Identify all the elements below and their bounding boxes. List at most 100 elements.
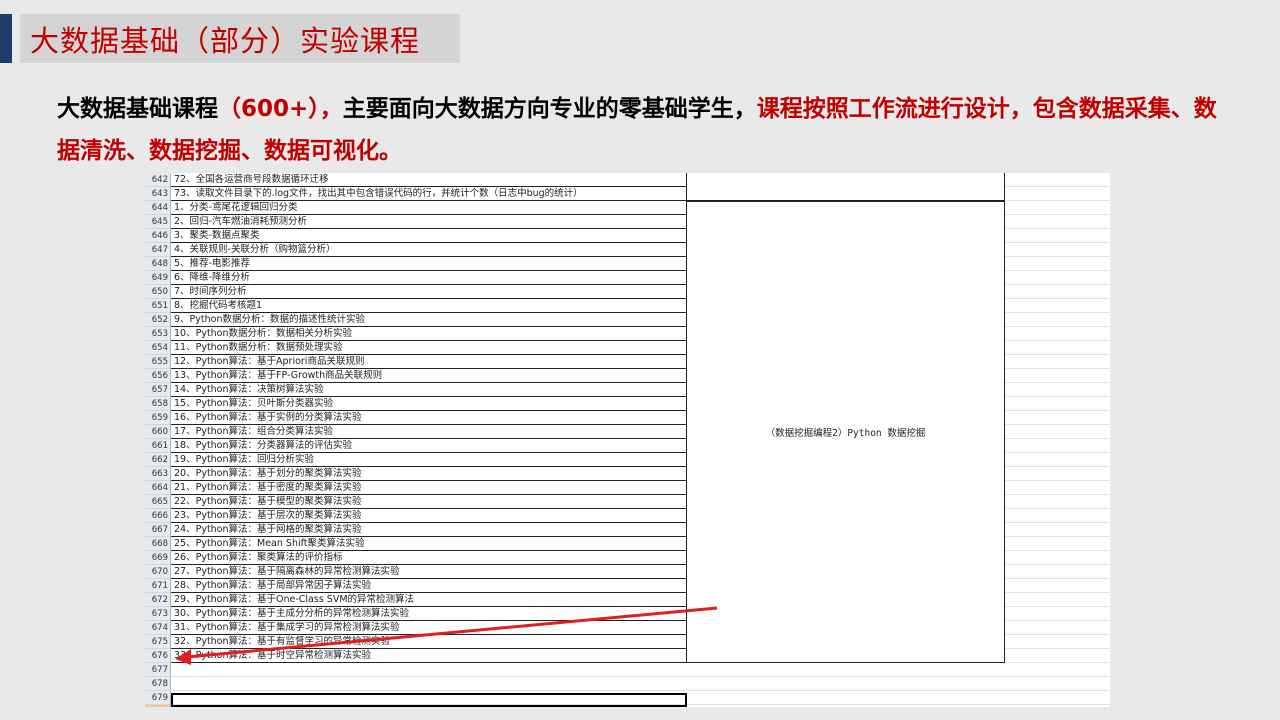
row-number[interactable]: 657 bbox=[145, 383, 171, 397]
table-cell[interactable] bbox=[687, 677, 1005, 691]
row-number[interactable]: 659 bbox=[145, 411, 171, 425]
row-number[interactable]: 669 bbox=[145, 551, 171, 565]
table-cell[interactable] bbox=[1005, 229, 1110, 243]
table-cell[interactable]: 14、Python算法：决策树算法实验 bbox=[171, 383, 687, 397]
table-cell[interactable] bbox=[687, 691, 1005, 705]
row-number[interactable]: 665 bbox=[145, 495, 171, 509]
table-cell[interactable]: 4、关联规则-关联分析（购物篮分析） bbox=[171, 243, 687, 257]
table-cell[interactable] bbox=[1005, 621, 1110, 635]
row-number[interactable]: 663 bbox=[145, 467, 171, 481]
table-cell[interactable] bbox=[1005, 523, 1110, 537]
row-number[interactable]: 642 bbox=[145, 173, 171, 187]
table-cell[interactable]: 26、Python算法：聚类算法的评价指标 bbox=[171, 551, 687, 565]
table-cell[interactable] bbox=[171, 677, 687, 691]
table-cell[interactable]: 27、Python算法：基于隔离森林的异常检测算法实验 bbox=[171, 565, 687, 579]
table-cell[interactable] bbox=[1005, 551, 1110, 565]
table-cell[interactable] bbox=[1005, 453, 1110, 467]
row-number[interactable]: 670 bbox=[145, 565, 171, 579]
table-cell[interactable] bbox=[1005, 243, 1110, 257]
table-cell[interactable]: 17、Python算法：组合分类算法实验 bbox=[171, 425, 687, 439]
table-cell[interactable] bbox=[1005, 607, 1110, 621]
row-number[interactable]: 649 bbox=[145, 271, 171, 285]
table-cell[interactable]: 5、推荐-电影推荐 bbox=[171, 257, 687, 271]
table-cell[interactable]: 12、Python算法：基于Apriori商品关联规则 bbox=[171, 355, 687, 369]
row-number[interactable]: 664 bbox=[145, 481, 171, 495]
row-number[interactable]: 662 bbox=[145, 453, 171, 467]
row-number[interactable]: 660 bbox=[145, 425, 171, 439]
table-cell[interactable]: 22、Python算法：基于模型的聚类算法实验 bbox=[171, 495, 687, 509]
table-cell[interactable]: 16、Python算法：基于实例的分类算法实验 bbox=[171, 411, 687, 425]
table-cell[interactable] bbox=[1005, 509, 1110, 523]
row-number[interactable]: 650 bbox=[145, 285, 171, 299]
row-number[interactable]: 652 bbox=[145, 313, 171, 327]
table-cell[interactable]: 19、Python算法：回归分析实验 bbox=[171, 453, 687, 467]
row-number[interactable]: 658 bbox=[145, 397, 171, 411]
table-cell[interactable] bbox=[1005, 691, 1110, 705]
table-cell[interactable]: 31、Python算法：基于集成学习的异常检测算法实验 bbox=[171, 621, 687, 635]
table-cell[interactable]: 32、Python算法：基于有监督学习的异常检测实验 bbox=[171, 635, 687, 649]
row-number[interactable]: 645 bbox=[145, 215, 171, 229]
table-cell[interactable]: 3、聚类-数据点聚类 bbox=[171, 229, 687, 243]
table-cell[interactable]: 21、Python算法：基于密度的聚类算法实验 bbox=[171, 481, 687, 495]
row-number[interactable]: 676 bbox=[145, 649, 171, 663]
table-cell[interactable]: 23、Python算法：基于层次的聚类算法实验 bbox=[171, 509, 687, 523]
row-number[interactable]: 677 bbox=[145, 663, 171, 677]
table-cell[interactable] bbox=[687, 705, 1005, 707]
row-number[interactable]: 675 bbox=[145, 635, 171, 649]
table-cell[interactable]: 20、Python算法：基于划分的聚类算法实验 bbox=[171, 467, 687, 481]
row-number[interactable]: 674 bbox=[145, 621, 171, 635]
table-cell[interactable]: 1、分类-鸢尾花逻辑回归分类 bbox=[171, 201, 687, 215]
table-cell[interactable] bbox=[1005, 439, 1110, 453]
table-cell[interactable] bbox=[1005, 383, 1110, 397]
table-cell[interactable] bbox=[1005, 495, 1110, 509]
table-cell[interactable] bbox=[1005, 201, 1110, 215]
row-number[interactable]: 661 bbox=[145, 439, 171, 453]
table-cell[interactable] bbox=[687, 663, 1005, 677]
table-cell[interactable]: 24、Python算法：基于网格的聚类算法实验 bbox=[171, 523, 687, 537]
table-cell[interactable]: 8、挖掘代码考核题1 bbox=[171, 299, 687, 313]
table-cell[interactable] bbox=[1005, 481, 1110, 495]
table-cell[interactable]: 10、Python数据分析：数据相关分析实验 bbox=[171, 327, 687, 341]
table-cell[interactable] bbox=[1005, 173, 1110, 187]
table-cell[interactable] bbox=[1005, 467, 1110, 481]
table-cell[interactable]: 6、降维-降维分析 bbox=[171, 271, 687, 285]
table-cell[interactable]: 18、Python算法：分类器算法的评估实验 bbox=[171, 439, 687, 453]
table-cell[interactable]: 15、Python算法：贝叶斯分类器实验 bbox=[171, 397, 687, 411]
table-cell[interactable] bbox=[1005, 397, 1110, 411]
table-cell[interactable] bbox=[171, 663, 687, 677]
row-number[interactable]: 651 bbox=[145, 299, 171, 313]
table-cell[interactable]: 2、回归-汽车燃油消耗预测分析 bbox=[171, 215, 687, 229]
row-number[interactable]: 672 bbox=[145, 593, 171, 607]
table-cell[interactable] bbox=[1005, 677, 1110, 691]
table-cell[interactable] bbox=[1005, 425, 1110, 439]
table-cell[interactable] bbox=[1005, 369, 1110, 383]
table-cell[interactable] bbox=[1005, 257, 1110, 271]
table-cell[interactable] bbox=[1005, 341, 1110, 355]
table-cell[interactable] bbox=[1005, 593, 1110, 607]
row-number[interactable]: 678 bbox=[145, 677, 171, 691]
table-cell[interactable] bbox=[1005, 313, 1110, 327]
table-cell[interactable] bbox=[1005, 411, 1110, 425]
table-cell[interactable]: 11、Python数据分析：数据预处理实验 bbox=[171, 341, 687, 355]
selected-cell[interactable] bbox=[171, 693, 687, 707]
row-number[interactable]: 644 bbox=[145, 201, 171, 215]
table-cell[interactable] bbox=[1005, 271, 1110, 285]
row-number[interactable]: 666 bbox=[145, 509, 171, 523]
table-cell[interactable]: 28、Python算法：基于局部异常因子算法实验 bbox=[171, 579, 687, 593]
table-cell[interactable] bbox=[1005, 579, 1110, 593]
table-cell[interactable] bbox=[1005, 215, 1110, 229]
row-number[interactable]: 668 bbox=[145, 537, 171, 551]
table-cell[interactable]: 30、Python算法：基于主成分分析的异常检测算法实验 bbox=[171, 607, 687, 621]
table-cell[interactable]: 29、Python算法：基于One-Class SVM的异常检测算法 bbox=[171, 593, 687, 607]
row-number[interactable]: 647 bbox=[145, 243, 171, 257]
table-cell[interactable] bbox=[1005, 537, 1110, 551]
table-cell[interactable] bbox=[1005, 299, 1110, 313]
row-number[interactable]: 667 bbox=[145, 523, 171, 537]
row-number[interactable]: 679 bbox=[145, 691, 171, 705]
table-cell[interactable] bbox=[1005, 649, 1110, 663]
row-number[interactable]: 648 bbox=[145, 257, 171, 271]
table-cell[interactable]: 9、Python数据分析：数据的描述性统计实验 bbox=[171, 313, 687, 327]
table-cell[interactable]: 73、读取文件目录下的.log文件，找出其中包含错误代码的行，并统计个数（日志中… bbox=[171, 187, 687, 201]
table-cell[interactable]: 72、全国各运营商号段数据循环迁移 bbox=[171, 173, 687, 187]
table-cell[interactable] bbox=[1005, 565, 1110, 579]
